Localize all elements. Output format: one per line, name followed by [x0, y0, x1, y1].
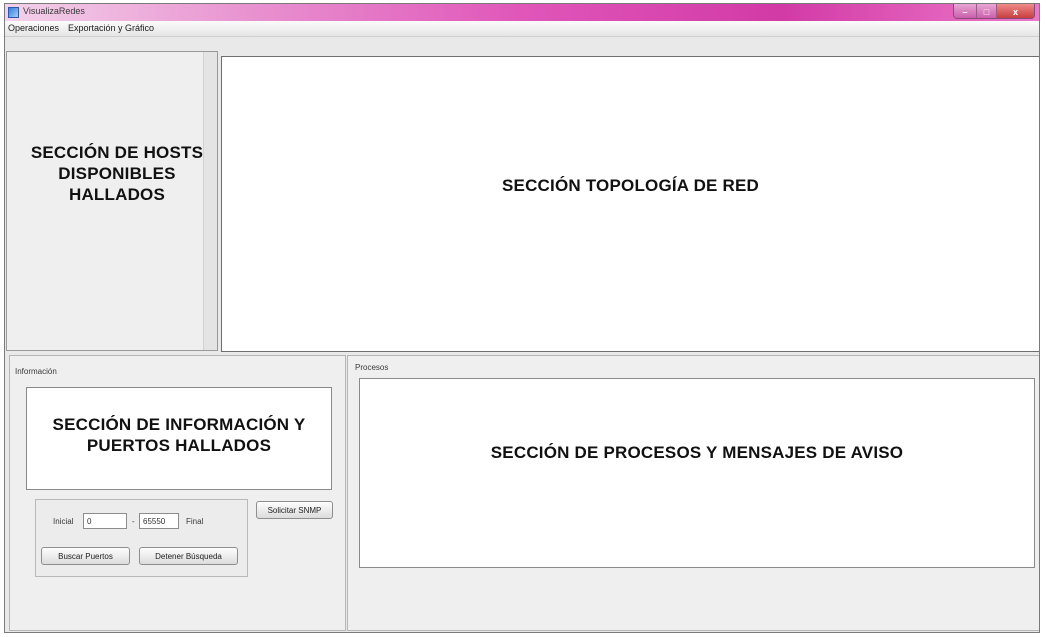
hosts-label-line-1: SECCIÓN DE HOSTS [30, 143, 204, 162]
process-messages-area[interactable] [359, 378, 1035, 568]
network-topology-canvas[interactable] [221, 56, 1039, 352]
final-label: Final [186, 517, 204, 526]
window-controls: – □ x [953, 4, 1035, 19]
info-section-label: SECCIÓN DE INFORMACIÓN Y PUERTOS HALLADO… [26, 414, 332, 456]
menu-bar: Operaciones Exportación y Gráfico [5, 21, 1039, 37]
solicitar-snmp-button[interactable]: Solicitar SNMP [256, 501, 333, 519]
range-separator: - [132, 517, 135, 526]
info-label-line-1: SECCIÓN DE INFORMACIÓN Y [52, 415, 306, 434]
port-range-group [35, 499, 248, 577]
buscar-puertos-button[interactable]: Buscar Puertos [41, 547, 130, 565]
hosts-section-label: SECCIÓN DE HOSTS DISPONIBLES HALLADOS [15, 142, 219, 205]
menu-exportacion-grafico[interactable]: Exportación y Gráfico [68, 23, 154, 33]
process-section-label: SECCIÓN DE PROCESOS Y MENSAJES DE AVISO [490, 443, 904, 462]
window-title: VisualizaRedes [23, 6, 85, 16]
hosts-label-line-2: DISPONIBLES [58, 164, 176, 183]
info-label-line-2: PUERTOS HALLADOS [86, 436, 272, 455]
topology-section-label: SECCIÓN TOPOLOGÍA DE RED [502, 176, 759, 195]
maximize-button[interactable]: □ [976, 4, 996, 18]
app-window: VisualizaRedes – □ x Operaciones Exporta… [4, 3, 1040, 633]
detener-busqueda-button[interactable]: Detener Búsqueda [139, 547, 238, 565]
final-port-input[interactable]: 65550 [139, 513, 179, 529]
process-panel-title: Procesos [355, 363, 389, 372]
app-icon [8, 7, 19, 18]
info-panel-title: Información [15, 367, 57, 376]
close-button[interactable]: x [996, 4, 1034, 18]
inicial-label: Inicial [53, 517, 74, 526]
title-bar[interactable]: VisualizaRedes – □ x [5, 4, 1039, 21]
hosts-label-line-3: HALLADOS [68, 185, 166, 204]
inicial-port-input[interactable]: 0 [83, 513, 127, 529]
menu-operaciones[interactable]: Operaciones [8, 23, 59, 33]
minimize-button[interactable]: – [954, 4, 976, 18]
